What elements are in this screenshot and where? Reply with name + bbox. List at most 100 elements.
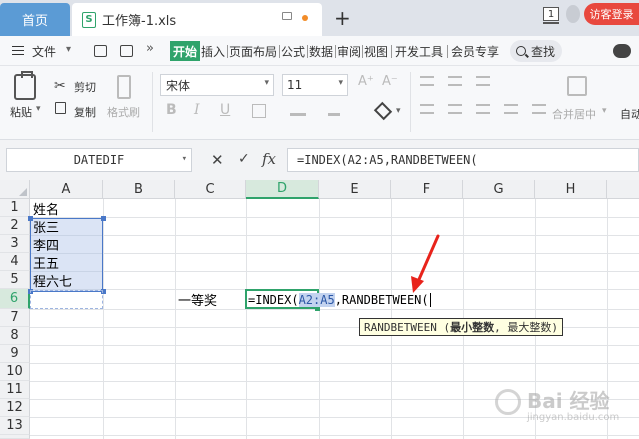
hamburger-icon[interactable] [12,46,24,55]
insert-function-button[interactable]: fx [262,150,276,168]
select-all-corner[interactable] [0,180,30,199]
distribute-icon[interactable] [532,104,546,114]
grow-font-button[interactable]: A⁺ [358,74,374,89]
cell-a1[interactable]: 姓名 [33,199,59,218]
menu-file[interactable]: 文件 [32,43,56,60]
menu-tab-member[interactable]: 会员专享 [451,43,499,60]
column-header-a[interactable]: A [30,180,103,199]
row-header-3[interactable]: 3 [0,235,30,253]
bold-button[interactable]: B [166,102,177,118]
cloud-icon[interactable] [613,44,631,58]
chevron-down-icon: ▾ [338,78,343,88]
paste-button[interactable]: 粘贴 [10,104,32,120]
row-header-11[interactable]: 11 [0,381,30,399]
font-color-icon[interactable] [328,104,340,116]
border-icon[interactable] [252,104,266,118]
align-right-icon[interactable] [476,104,490,114]
chevron-down-icon[interactable]: ▾ [182,154,187,164]
row-header-13[interactable]: 13 [0,417,30,435]
chevron-down-icon[interactable]: ▾ [66,44,71,55]
menu-tab-page-layout[interactable]: 页面布局 [229,43,277,60]
gridline [30,435,639,436]
column-header-f[interactable]: F [391,180,463,199]
cell-a2[interactable]: 张三 [33,217,59,236]
menu-tab-review[interactable]: 审阅 [337,43,361,60]
new-tab-button[interactable]: + [334,6,351,30]
shrink-font-button[interactable]: A⁻ [382,74,398,89]
align-left-icon[interactable] [420,104,434,114]
menu-tab-view[interactable]: 视图 [364,43,388,60]
column-header-e[interactable]: E [319,180,391,199]
row-header-2[interactable]: 2 [0,217,30,235]
row-header-9[interactable]: 9 [0,345,30,363]
formula-input[interactable]: =INDEX(A2:A5,RANDBETWEEN( [287,148,639,172]
cell-a3[interactable]: 李四 [33,235,59,254]
avatar-icon[interactable] [566,5,580,23]
row-header-4[interactable]: 4 [0,253,30,271]
window-count-badge[interactable]: 1 [543,7,559,21]
more-chevron-icon[interactable]: » [146,41,154,56]
chevron-down-icon: ▾ [264,78,269,88]
underline-button[interactable]: U [220,102,230,118]
ribbon-divider [410,72,411,132]
menu-separator [391,45,392,58]
menu-tab-home[interactable]: 开始 [170,41,200,61]
paste-chevron-icon[interactable]: ▾ [36,104,41,114]
row-header-5[interactable]: 5 [0,271,30,289]
row-header-12[interactable]: 12 [0,399,30,417]
align-middle-icon[interactable] [448,76,462,86]
row-header-1[interactable]: 1 [0,199,30,217]
font-name-select[interactable]: 宋体 ▾ [160,74,274,96]
cut-button[interactable]: 剪切 [74,79,96,95]
column-header-h[interactable]: H [535,180,607,199]
font-size-select[interactable]: 11 ▾ [282,74,348,96]
menu-tab-developer[interactable]: 开发工具 [395,43,443,60]
cell-d6-editor[interactable]: =INDEX(A2:A5 ,RANDBETWEEN( [248,290,431,309]
column-header-i[interactable] [607,180,639,199]
chevron-down-icon[interactable]: ▾ [602,106,607,116]
row-header-14[interactable] [0,435,30,439]
font-size-value: 11 [287,78,303,92]
cell-a4[interactable]: 王五 [33,253,59,272]
copy-button[interactable]: 复制 [74,104,96,120]
column-header-b[interactable]: B [103,180,175,199]
menu-tab-formulas[interactable]: 公式 [281,43,305,60]
row-header-8[interactable]: 8 [0,327,30,345]
cell-c6[interactable]: 一等奖 [178,290,217,309]
merge-center-button[interactable]: 合并居中 [552,106,596,122]
row-header-10[interactable]: 10 [0,363,30,381]
cell-a5[interactable]: 程六七 [33,271,72,290]
monitor-icon[interactable] [282,12,292,20]
italic-button[interactable]: I [194,102,200,118]
justify-icon[interactable] [504,104,518,114]
chevron-down-icon[interactable]: ▾ [396,106,401,116]
confirm-formula-button[interactable]: ✓ [238,151,250,167]
formula-range-ref: A2:A5 [298,292,335,307]
name-box[interactable]: DATEDIF ▾ [6,148,192,172]
menu-tab-insert[interactable]: 插入 [201,43,225,60]
guest-login-button[interactable]: 访客登录 [584,3,639,25]
menu-tab-data[interactable]: 数据 [309,43,333,60]
auto-wrap-button[interactable]: 自动 [620,106,639,122]
save-icon[interactable] [94,45,107,57]
column-header-c[interactable]: C [175,180,246,199]
column-header-g[interactable]: G [463,180,535,199]
unsaved-dot-icon [302,15,308,21]
print-icon[interactable] [120,45,133,57]
range-handle[interactable] [101,216,106,221]
align-center-icon[interactable] [448,104,462,114]
fill-color-icon[interactable] [290,104,306,116]
tab-home[interactable]: 首页 [0,3,70,36]
align-top-icon[interactable] [420,76,434,86]
cancel-formula-button[interactable]: ✕ [211,151,224,169]
font-name-value: 宋体 [166,78,191,93]
search-button[interactable]: 查找 [510,40,562,62]
eraser-icon[interactable] [373,101,393,121]
align-bottom-icon[interactable] [476,76,490,86]
row-header-7[interactable]: 7 [0,309,30,327]
column-header-d[interactable]: D [246,180,319,199]
paste-icon[interactable] [14,71,36,100]
format-painter-button[interactable]: 格式刷 [107,104,140,120]
row-header-6[interactable]: 6 [0,289,30,309]
gridline [30,271,639,272]
